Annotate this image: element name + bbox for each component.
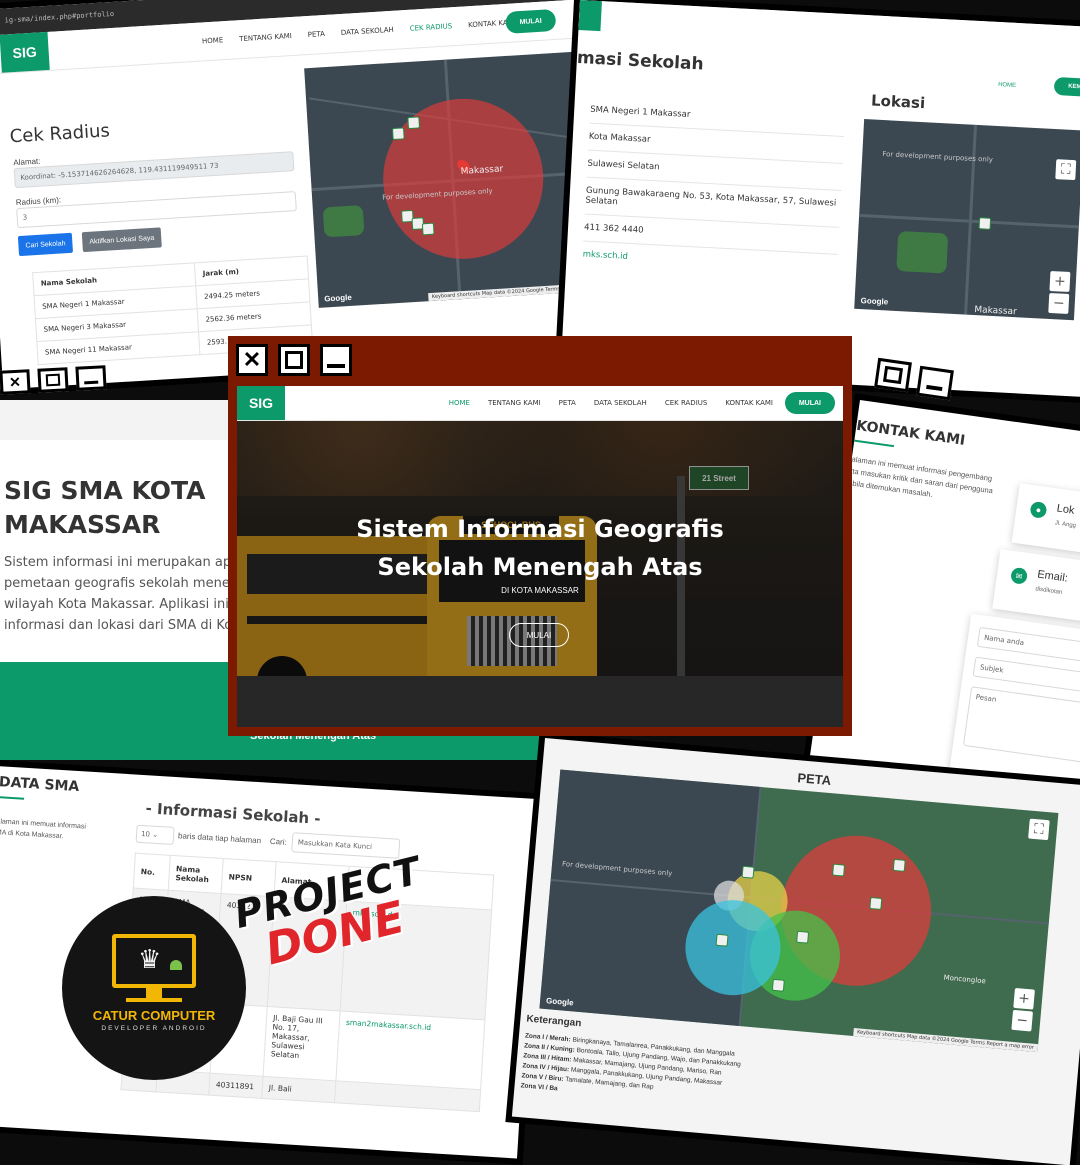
catur-computer-logo: ♛ CATUR COMPUTER DEVELOPER ANDROID bbox=[62, 896, 246, 1080]
school-marker-icon[interactable] bbox=[832, 863, 846, 877]
nav-tentang[interactable]: TENTANG KAMI bbox=[488, 399, 541, 407]
mulai-button[interactable]: MULAI bbox=[504, 8, 557, 34]
school-marker-icon[interactable] bbox=[796, 930, 810, 944]
nav-cek-radius[interactable]: CEK RADIUS bbox=[410, 22, 453, 33]
search-label: Cari: bbox=[269, 836, 288, 847]
hero-mulai-button[interactable]: MULAI bbox=[509, 623, 569, 647]
nav-data-sekolah[interactable]: DATA SEKOLAH bbox=[341, 26, 394, 37]
school-marker-icon[interactable] bbox=[715, 933, 729, 947]
cek-radius-screenshot: ig-sma/index.php#portfolio SIG HOME TENT… bbox=[0, 0, 633, 390]
email-label: Email: bbox=[1036, 568, 1069, 585]
alamat-label: Alamat: bbox=[13, 156, 41, 168]
website-link[interactable]: sman2makassar.sch.id bbox=[335, 1010, 485, 1090]
hero-subtitle: DI KOTA MAKASSAR bbox=[501, 586, 579, 595]
nav-home[interactable]: HOME bbox=[202, 36, 224, 45]
kontak-intro: alaman ini memuat informasi pengembang r… bbox=[847, 454, 994, 499]
location-card: ● Lok Jl. Angg bbox=[1011, 483, 1080, 562]
email-value: disdikotan bbox=[1034, 586, 1063, 596]
school-marker-icon[interactable] bbox=[391, 127, 405, 141]
chess-icon: ♛ bbox=[138, 944, 162, 974]
city-label: Makassar bbox=[974, 305, 1017, 318]
mulai-button[interactable]: MULAI bbox=[784, 392, 835, 414]
location-label: Lok bbox=[1055, 502, 1076, 517]
maximize-icon[interactable] bbox=[278, 344, 310, 376]
per-page-select[interactable]: 10 ⌄ bbox=[135, 824, 175, 845]
url-text: ig-sma/index.php#portfolio bbox=[4, 9, 115, 25]
logo-name: CATUR COMPUTER bbox=[92, 1008, 216, 1023]
school-marker-icon[interactable] bbox=[892, 858, 906, 872]
school-marker-icon[interactable] bbox=[869, 896, 883, 910]
detail-map[interactable]: For development purposes only Makassar ⛶… bbox=[854, 119, 1080, 321]
zone-map[interactable]: For development purposes only Moncongloe… bbox=[539, 769, 1059, 1053]
peta-screenshot: PETA For development purposes only Monco… bbox=[511, 738, 1080, 1165]
page-title: Cek Radius bbox=[9, 120, 111, 148]
location-value: Jl. Angg bbox=[1054, 520, 1077, 530]
message-textarea[interactable]: Pesan bbox=[962, 686, 1080, 766]
map-footer: Keyboard shortcuts Map data ©2024 Google… bbox=[852, 1027, 1039, 1053]
map-marker-icon: ● bbox=[1029, 500, 1048, 519]
th-nama: Nama Sekolah bbox=[168, 855, 224, 894]
th-no: No. bbox=[133, 853, 171, 891]
google-logo: Google bbox=[860, 296, 889, 307]
detail-nav: HOME KEMBA bbox=[578, 0, 1080, 98]
fullscreen-icon[interactable]: ⛶ bbox=[1028, 818, 1050, 841]
school-marker-icon[interactable] bbox=[421, 222, 435, 236]
datasma-title: DATA SMA bbox=[0, 774, 80, 796]
area-label: Moncongloe bbox=[943, 973, 987, 986]
zone-legend: Zona I / Merah: Biringkanaya, Tamalanrea… bbox=[520, 1031, 784, 1113]
close-icon[interactable]: ✕ bbox=[236, 344, 268, 376]
zoom-in-button[interactable]: + bbox=[1013, 987, 1035, 1010]
nav-tentang[interactable]: TENTANG KAMI bbox=[239, 32, 292, 43]
nav-kontak[interactable]: KONTAK KAMI bbox=[725, 399, 773, 407]
school-marker-icon[interactable] bbox=[741, 865, 755, 879]
kontak-title: KONTAK KAMI bbox=[855, 417, 967, 449]
fullscreen-icon[interactable]: ⛶ bbox=[1055, 159, 1077, 181]
datasma-intro: alaman ini memuat informasi MA di Kota M… bbox=[0, 818, 87, 841]
detail-title: masi Sekolah bbox=[576, 47, 705, 75]
navbar: SIG HOME TENTANG KAMI PETA DATA SEKOLAH … bbox=[237, 386, 843, 421]
koordinat-input[interactable]: Koordinat: -5.153714626264628, 119.43111… bbox=[13, 151, 295, 189]
hero-title: Sistem Informasi Geografis Sekolah Menen… bbox=[356, 515, 724, 581]
maximize-icon bbox=[874, 357, 912, 393]
lokasi-heading: Lokasi bbox=[870, 91, 926, 113]
email-card: ✉ Email: disdikotan bbox=[992, 549, 1080, 630]
zoom-out-button[interactable]: − bbox=[1048, 292, 1070, 314]
about-description: Sistem informasi ini merupakan apli peme… bbox=[4, 555, 246, 633]
google-logo: Google bbox=[324, 292, 353, 304]
nav-home[interactable]: HOME bbox=[998, 82, 1016, 89]
minimize-icon[interactable] bbox=[320, 344, 352, 376]
envelope-icon: ✉ bbox=[1010, 566, 1029, 585]
minimize-icon bbox=[75, 365, 107, 391]
maximize-icon bbox=[37, 367, 69, 393]
logo-sub: DEVELOPER ANDROID bbox=[101, 1025, 207, 1032]
zoom-in-button[interactable]: + bbox=[1049, 270, 1071, 293]
nav-cek-radius[interactable]: CEK RADIUS bbox=[665, 399, 708, 407]
brand-logo[interactable]: SIG bbox=[0, 31, 50, 73]
hero-window: ✕ 21 Street SCHOOL BUS SIG HOME TENTANG … bbox=[228, 336, 852, 736]
cari-sekolah-button[interactable]: Cari Sekolah bbox=[17, 232, 74, 257]
school-marker-icon[interactable] bbox=[978, 217, 992, 230]
per-page-label: baris data tiap halaman bbox=[177, 831, 262, 846]
nav-data-sekolah[interactable]: DATA SEKOLAH bbox=[594, 399, 647, 407]
close-icon: ✕ bbox=[0, 369, 31, 395]
brand-logo[interactable]: SIG bbox=[237, 386, 285, 420]
hero-page: 21 Street SCHOOL BUS SIG HOME TENTANG KA… bbox=[237, 386, 843, 727]
nav-peta[interactable]: PETA bbox=[308, 30, 326, 39]
kembali-button[interactable]: KEMBA bbox=[1053, 76, 1080, 98]
nav-home[interactable]: HOME bbox=[449, 399, 470, 407]
school-marker-icon[interactable] bbox=[771, 978, 785, 992]
minimize-icon bbox=[916, 365, 954, 401]
detail-list: SMA Negeri 1 Makassar Kota Makassar Sula… bbox=[582, 96, 846, 281]
aktifkan-lokasi-button[interactable]: Aktifkan Lokasi Saya bbox=[81, 227, 162, 253]
radius-circle bbox=[378, 94, 548, 264]
about-title: SIG SMA KOTA MAKASSAR bbox=[4, 476, 206, 539]
peta-title: PETA bbox=[796, 770, 832, 789]
zoom-out-button[interactable]: − bbox=[1011, 1009, 1034, 1032]
nav-peta[interactable]: PETA bbox=[559, 399, 576, 407]
table-title: - Informasi Sekolah - bbox=[145, 799, 322, 828]
school-marker-icon[interactable] bbox=[407, 116, 421, 130]
legend-title: Keterangan bbox=[525, 1013, 582, 1030]
android-icon bbox=[170, 960, 182, 970]
